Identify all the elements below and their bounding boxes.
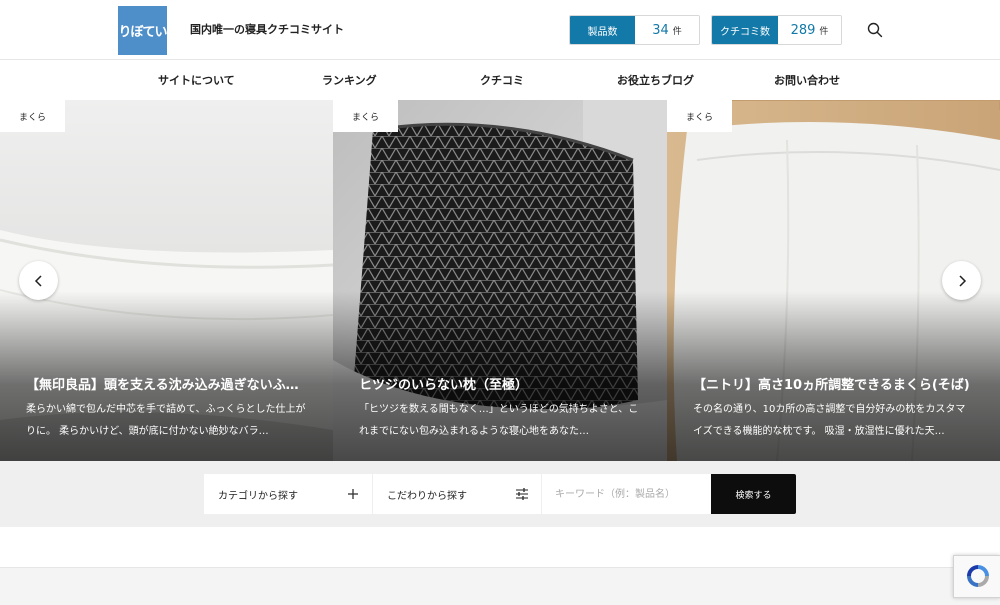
- nav-item-ranking[interactable]: ランキング: [322, 72, 377, 88]
- plus-icon: [346, 487, 360, 501]
- product-count-number: 34: [652, 22, 669, 38]
- site-logo[interactable]: りぼてい: [118, 6, 168, 55]
- review-count-widget: クチコミ数 289 件: [711, 15, 842, 45]
- preference-search-label: こだわりから探す: [387, 490, 467, 502]
- slide-title[interactable]: 【ニトリ】高さ10ヵ所調整できるまくら(そば): [693, 374, 983, 393]
- main-nav: サイトについて ランキング クチコミ お役立ちブログ お問い合わせ: [0, 60, 1000, 100]
- product-count-unit: 件: [672, 26, 682, 37]
- site-header: りぼてい 国内唯一の寝具クチコミサイト 製品数 34 件 クチコミ数 289 件: [0, 0, 1000, 60]
- review-count-unit: 件: [819, 26, 829, 37]
- nav-item-contact[interactable]: お問い合わせ: [774, 72, 840, 88]
- slide-title[interactable]: ヒツジのいらない枕（至極）: [359, 374, 649, 393]
- featured-slider: まくら 【無印良品】頭を支える沈み込み過ぎないふ… 柔らかい綿で包んだ中芯を手で…: [0, 100, 1000, 461]
- slide-title[interactable]: 【無印良品】頭を支える沈み込み過ぎないふ…: [26, 374, 316, 393]
- category-badge: まくら: [667, 100, 732, 132]
- nav-item-blog[interactable]: お役立ちブログ: [617, 72, 694, 88]
- nav-item-reviews[interactable]: クチコミ: [480, 72, 524, 88]
- product-count-widget: 製品数 34 件: [569, 15, 700, 45]
- keyword-search-input[interactable]: [542, 474, 711, 514]
- review-count-number: 289: [790, 22, 816, 38]
- filter-sliders-icon: [515, 487, 529, 501]
- nav-item-about[interactable]: サイトについて: [158, 72, 235, 88]
- recaptcha-badge[interactable]: [953, 555, 1000, 598]
- product-count-label: 製品数: [570, 16, 635, 44]
- search-band: カテゴリから探す こだわりから探す 検索する: [0, 461, 1000, 527]
- review-count-value: 289 件: [778, 16, 841, 44]
- category-badge: まくら: [0, 100, 65, 132]
- slider-next-button[interactable]: [942, 261, 981, 300]
- slide-description: 「ヒツジを数える間もなく…」というほどの気持ちよさと、これまでにない包み込まれる…: [359, 404, 639, 437]
- search-submit-button[interactable]: 検索する: [711, 474, 796, 514]
- category-search-label: カテゴリから探す: [218, 490, 298, 502]
- category-search-dropdown[interactable]: カテゴリから探す: [204, 474, 372, 514]
- slide-description: 柔らかい綿で包んだ中芯を手で詰めて、ふっくらとした仕上がりに。 柔らかいけど、頭…: [26, 404, 306, 437]
- preference-search-dropdown[interactable]: こだわりから探す: [373, 474, 541, 514]
- chevron-right-icon: [958, 274, 966, 287]
- product-count-value: 34 件: [635, 16, 699, 44]
- review-count-label: クチコミ数: [712, 16, 778, 44]
- chevron-left-icon: [34, 274, 42, 287]
- recaptcha-icon: [967, 565, 989, 587]
- footer-strip: [0, 567, 1000, 605]
- slider-prev-button[interactable]: [19, 261, 58, 300]
- search-icon[interactable]: [866, 21, 884, 39]
- site-tagline: 国内唯一の寝具クチコミサイト: [190, 23, 344, 36]
- category-badge: まくら: [333, 100, 398, 132]
- slide-description: その名の通り、10カ所の高さ調整で自分好みの枕をカスタマイズできる機能的な枕です…: [693, 404, 966, 437]
- slide-card[interactable]: まくら ヒツジのいらない枕（至極） 「ヒツジを数える間もなく…」というほどの気持…: [333, 100, 667, 461]
